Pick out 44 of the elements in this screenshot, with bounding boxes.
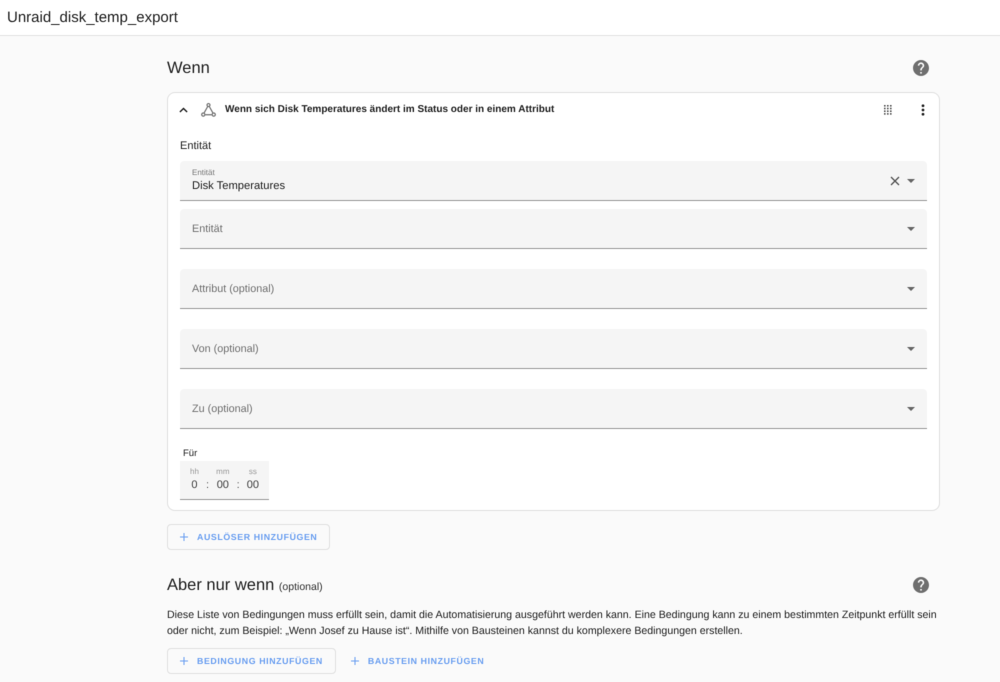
dropdown-caret-icon[interactable] [907,406,915,410]
page-title: Unraid_disk_temp_export [7,9,178,26]
field-label: Von (optional) [192,342,260,354]
add-condition-button[interactable]: BEDINGUNG HINZUFÜGEN [167,648,336,674]
time-input[interactable]: 00 [216,477,229,493]
field-label: Entität [192,222,224,234]
field-label: Entität [192,168,216,178]
dropdown-caret-icon[interactable] [907,286,915,290]
time-unit-label: ss [248,467,257,477]
select-field[interactable]: Entität Disk Temperatures [180,161,927,201]
select-field[interactable]: Attribut (optional) [180,269,927,309]
dropdown-caret-icon[interactable] [907,178,915,182]
drag-handle-icon[interactable] [884,104,892,114]
help-icon[interactable] [913,60,929,76]
plus-icon [180,657,188,665]
clear-icon[interactable] [890,176,900,186]
time-separator: : [206,478,210,493]
section-heading: Wenn [167,58,210,78]
select-field[interactable]: Zu (optional) [180,389,927,429]
time-input[interactable]: 00 [246,477,259,493]
time-separator: : [236,478,240,493]
entity-label: Entität [180,139,212,154]
state-change-icon [201,102,216,116]
field-label: Attribut (optional) [192,282,276,294]
time-input[interactable]: 0 [191,477,198,493]
add-building-block-button[interactable]: BAUSTEIN HINZUFÜGEN [344,648,492,674]
duration-label: Für [182,447,198,460]
select-field[interactable]: Von (optional) [180,329,927,369]
section-heading: Aber nur wenn (optional) [167,576,323,594]
time-unit-label: hh [190,467,199,477]
time-unit-label: mm [216,467,230,477]
trigger-title: Wenn sich Disk Temperatures ändert im Status oder in einem Attribut [225,104,556,115]
add-trigger-button[interactable]: AUSLÖSER HINZUFÜGEN [167,524,330,550]
help-icon[interactable] [913,577,929,593]
dropdown-caret-icon[interactable] [907,226,915,230]
more-menu-icon[interactable] [921,104,925,116]
field-value: Disk Temperatures [192,179,286,193]
dropdown-caret-icon[interactable] [907,346,915,350]
collapse-toggle[interactable] [178,106,189,114]
plus-icon [180,533,188,541]
field-label: Zu (optional) [192,402,254,414]
plus-icon [350,657,359,665]
select-field[interactable]: Entität [180,209,927,249]
section-description: Diese Liste von Bedingungen muss erfüllt sein, damit die Automatisierung ausgeführt werden kann. Eine Bedingung kann zu einem bestimmten Zeitpunkt erfüllt sein oder nicht, zum Beispiel: „Wenn Josef zu Hause ist“. Mithilfe von Bausteinen kannst du komplexere Bedingungen erstellen. [167,608,938,639]
